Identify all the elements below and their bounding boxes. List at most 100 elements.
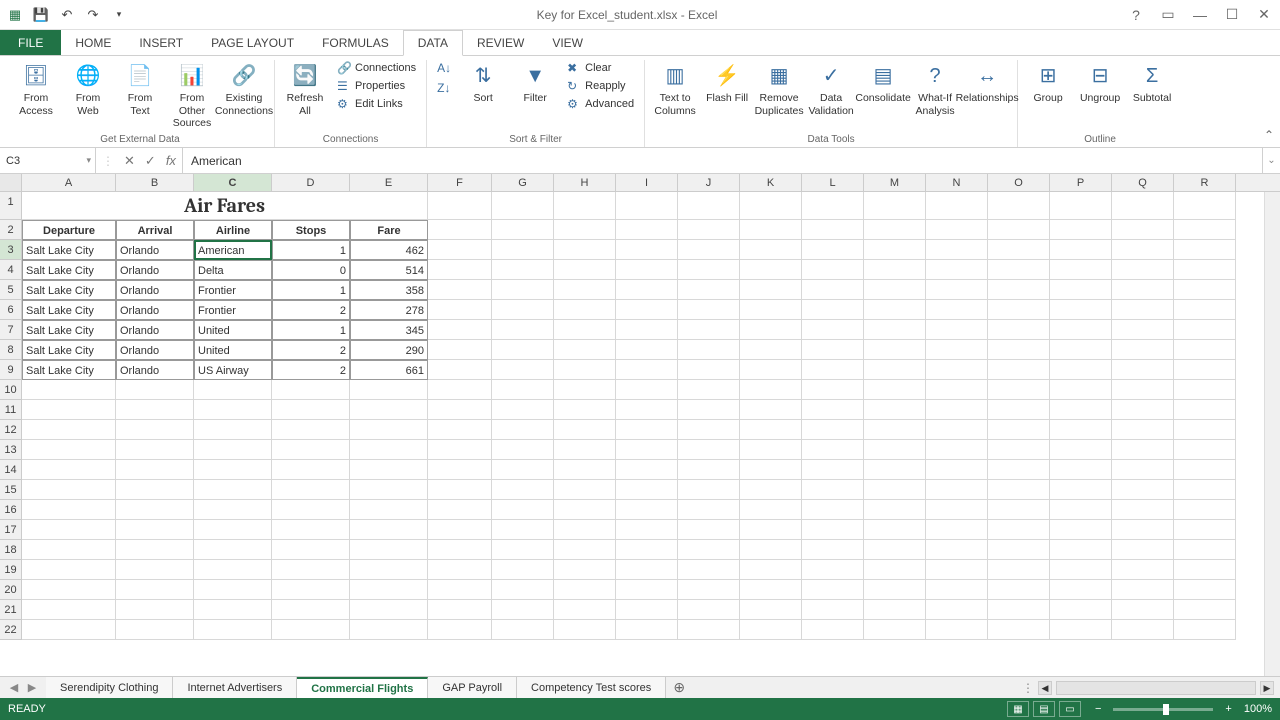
cell-J12[interactable] [678, 420, 740, 440]
close-icon[interactable]: ✕ [1254, 5, 1274, 25]
row-header-6[interactable]: 6 [0, 300, 22, 320]
cell-E3[interactable]: 462 [350, 240, 428, 260]
subtotal-button[interactable]: ΣSubtotal [1128, 60, 1176, 107]
cell-N2[interactable] [926, 220, 988, 240]
cell-M22[interactable] [864, 620, 926, 640]
cell-D4[interactable]: 0 [272, 260, 350, 280]
cell-F14[interactable] [428, 460, 492, 480]
cell-J14[interactable] [678, 460, 740, 480]
cell-N17[interactable] [926, 520, 988, 540]
cell-O18[interactable] [988, 540, 1050, 560]
cell-O13[interactable] [988, 440, 1050, 460]
row-header-3[interactable]: 3 [0, 240, 22, 260]
cell-Q9[interactable] [1112, 360, 1174, 380]
cell-D8[interactable]: 2 [272, 340, 350, 360]
cell-P16[interactable] [1050, 500, 1112, 520]
cell-J16[interactable] [678, 500, 740, 520]
from-access-button[interactable]: 🗄From Access [12, 60, 60, 119]
collapse-ribbon-icon[interactable]: ⌃ [1264, 128, 1274, 142]
cell-K1[interactable] [740, 192, 802, 220]
cell-B18[interactable] [116, 540, 194, 560]
cell-H1[interactable] [554, 192, 616, 220]
cell-L3[interactable] [802, 240, 864, 260]
cell-J9[interactable] [678, 360, 740, 380]
cell-O16[interactable] [988, 500, 1050, 520]
text-to-columns-button[interactable]: ▥Text to Columns [651, 60, 699, 119]
cell-F2[interactable] [428, 220, 492, 240]
zoom-slider[interactable] [1113, 708, 1213, 711]
cell-M9[interactable] [864, 360, 926, 380]
cell-K21[interactable] [740, 600, 802, 620]
cell-C21[interactable] [194, 600, 272, 620]
cell-D12[interactable] [272, 420, 350, 440]
cell-C13[interactable] [194, 440, 272, 460]
properties-button[interactable]: ☰Properties [333, 78, 420, 94]
cell-R5[interactable] [1174, 280, 1236, 300]
cell-E21[interactable] [350, 600, 428, 620]
cell-K11[interactable] [740, 400, 802, 420]
cell-P5[interactable] [1050, 280, 1112, 300]
relationships-button[interactable]: ↔Relationships [963, 60, 1011, 107]
flash-fill-button[interactable]: ⚡Flash Fill [703, 60, 751, 107]
sort-za-button[interactable]: Z↓ [433, 80, 455, 96]
cell-P10[interactable] [1050, 380, 1112, 400]
col-header-Q[interactable]: Q [1112, 174, 1174, 191]
cell-L22[interactable] [802, 620, 864, 640]
cell-C8[interactable]: United [194, 340, 272, 360]
cell-A12[interactable] [22, 420, 116, 440]
cell-O10[interactable] [988, 380, 1050, 400]
cell-A15[interactable] [22, 480, 116, 500]
cell-J18[interactable] [678, 540, 740, 560]
cell-P21[interactable] [1050, 600, 1112, 620]
cell-E5[interactable]: 358 [350, 280, 428, 300]
cell-P4[interactable] [1050, 260, 1112, 280]
col-header-J[interactable]: J [678, 174, 740, 191]
cell-H22[interactable] [554, 620, 616, 640]
cell-D19[interactable] [272, 560, 350, 580]
tab-review[interactable]: REVIEW [463, 30, 538, 55]
cell-B9[interactable]: Orlando [116, 360, 194, 380]
cell-N14[interactable] [926, 460, 988, 480]
cell-F1[interactable] [428, 192, 492, 220]
cell-O7[interactable] [988, 320, 1050, 340]
cell-C15[interactable] [194, 480, 272, 500]
cell-C19[interactable] [194, 560, 272, 580]
cell-M12[interactable] [864, 420, 926, 440]
cell-E16[interactable] [350, 500, 428, 520]
sheet-tab-commercial[interactable]: Commercial Flights [297, 677, 428, 698]
cell-N19[interactable] [926, 560, 988, 580]
cell-M15[interactable] [864, 480, 926, 500]
cell-O11[interactable] [988, 400, 1050, 420]
cell-N3[interactable] [926, 240, 988, 260]
cell-E17[interactable] [350, 520, 428, 540]
cell-A6[interactable]: Salt Lake City [22, 300, 116, 320]
cell-L8[interactable] [802, 340, 864, 360]
sheet-tab-competency[interactable]: Competency Test scores [517, 677, 666, 698]
row-header-5[interactable]: 5 [0, 280, 22, 300]
cell-A10[interactable] [22, 380, 116, 400]
cell-R11[interactable] [1174, 400, 1236, 420]
cell-F18[interactable] [428, 540, 492, 560]
cell-R13[interactable] [1174, 440, 1236, 460]
cell-F9[interactable] [428, 360, 492, 380]
cell-G15[interactable] [492, 480, 554, 500]
cell-M6[interactable] [864, 300, 926, 320]
cell-B20[interactable] [116, 580, 194, 600]
cell-M19[interactable] [864, 560, 926, 580]
cell-C6[interactable]: Frontier [194, 300, 272, 320]
col-header-K[interactable]: K [740, 174, 802, 191]
sort-button[interactable]: ⇅Sort [459, 60, 507, 107]
col-header-O[interactable]: O [988, 174, 1050, 191]
cell-K15[interactable] [740, 480, 802, 500]
col-header-I[interactable]: I [616, 174, 678, 191]
cell-B10[interactable] [116, 380, 194, 400]
cell-I2[interactable] [616, 220, 678, 240]
cell-P19[interactable] [1050, 560, 1112, 580]
cell-L18[interactable] [802, 540, 864, 560]
cell-M2[interactable] [864, 220, 926, 240]
zoom-out-button[interactable]: − [1091, 703, 1105, 715]
cell-I3[interactable] [616, 240, 678, 260]
view-page-break-icon[interactable]: ▭ [1059, 701, 1081, 717]
cell-H14[interactable] [554, 460, 616, 480]
cell-G5[interactable] [492, 280, 554, 300]
